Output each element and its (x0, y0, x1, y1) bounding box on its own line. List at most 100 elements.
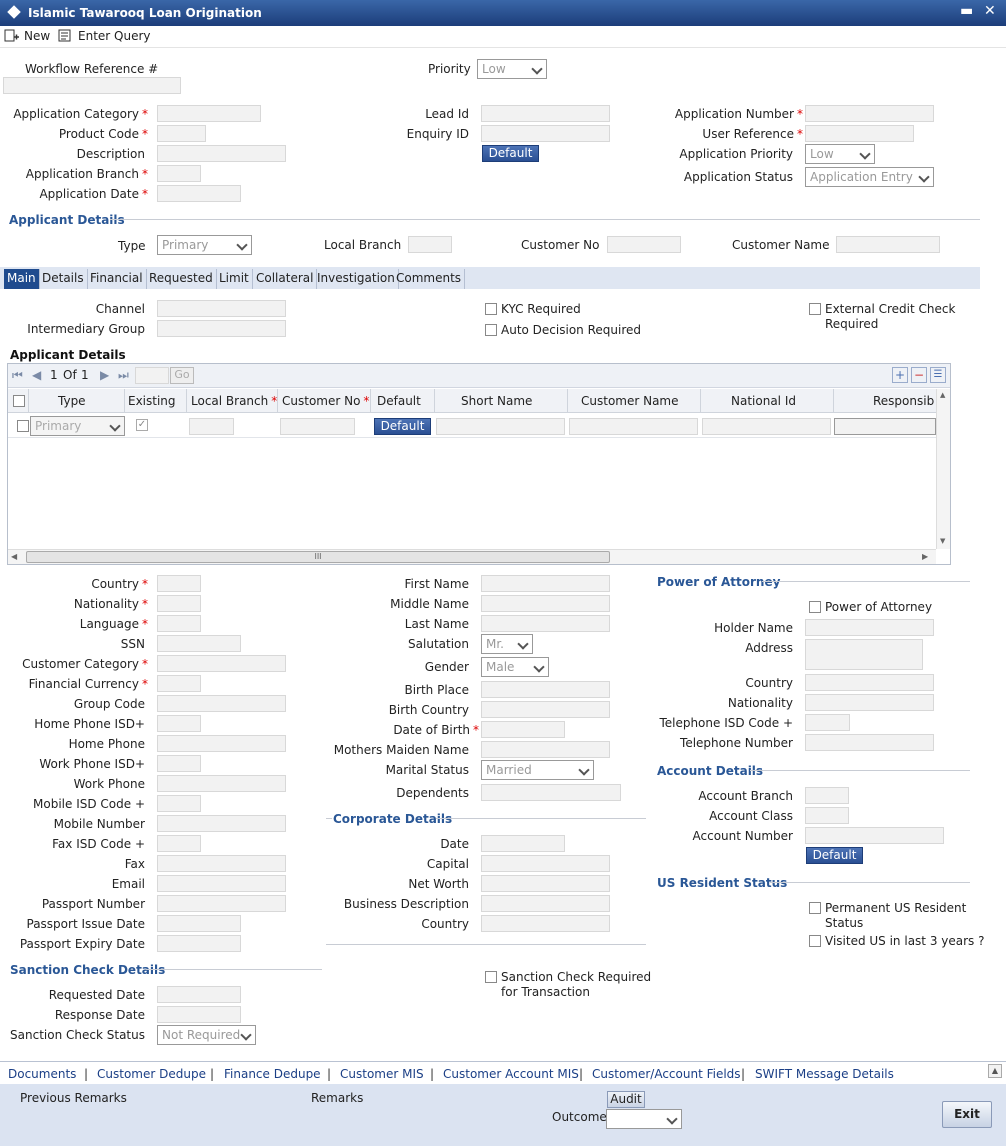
response-date-field[interactable] (157, 1006, 241, 1023)
last-page-icon[interactable]: ⏭ (118, 368, 129, 383)
home-isd-field[interactable] (157, 715, 201, 732)
row-national-id[interactable] (702, 418, 831, 435)
first-name-field[interactable] (481, 575, 610, 592)
passport-expiry-field[interactable] (157, 935, 241, 952)
tab-collateral[interactable]: Collateral (253, 269, 318, 289)
business-field[interactable] (481, 895, 610, 912)
requested-date-field[interactable] (157, 986, 241, 1003)
customer-account-mis-link[interactable]: Customer Account MIS (443, 1067, 579, 1081)
acct-number-field[interactable] (805, 827, 944, 844)
home-phone-field[interactable] (157, 735, 286, 752)
row-customer-name[interactable] (569, 418, 698, 435)
horizontal-scrollbar[interactable]: ◀ III ▶ (8, 549, 936, 564)
language-field[interactable] (157, 615, 201, 632)
birth-place-field[interactable] (481, 681, 610, 698)
tab-requested[interactable]: Requested (146, 269, 217, 289)
close-icon[interactable]: ✕ (984, 3, 996, 19)
minimize-icon[interactable]: ▬ (960, 3, 973, 19)
priority-select[interactable]: Low (477, 59, 547, 79)
email-field[interactable] (157, 875, 286, 892)
poa-checkbox[interactable] (809, 601, 821, 613)
row-type-select[interactable]: Primary (30, 416, 125, 436)
table-row[interactable]: Primary ✓ Default (8, 414, 936, 438)
dob-field[interactable] (481, 721, 565, 738)
group-code-field[interactable] (157, 695, 286, 712)
new-button[interactable]: New (4, 29, 50, 43)
fax-field[interactable] (157, 855, 286, 872)
row-checkbox[interactable] (17, 420, 29, 432)
add-row-icon[interactable]: + (892, 367, 908, 383)
work-isd-field[interactable] (157, 755, 201, 772)
customer-dedupe-link[interactable]: Customer Dedupe (97, 1067, 206, 1081)
fin-currency-field[interactable] (157, 675, 201, 692)
product-code-field[interactable] (157, 125, 206, 142)
page-input[interactable] (135, 367, 169, 384)
finance-dedupe-link[interactable]: Finance Dedupe (224, 1067, 321, 1081)
mobile-isd-field[interactable] (157, 795, 201, 812)
holder-field[interactable] (805, 619, 934, 636)
ext-credit-checkbox[interactable] (809, 303, 821, 315)
middle-name-field[interactable] (481, 595, 610, 612)
tel-isd-field[interactable] (805, 714, 850, 731)
corp-country-field[interactable] (481, 915, 610, 932)
birth-country-field[interactable] (481, 701, 610, 718)
poa-country-field[interactable] (805, 674, 934, 691)
description-field[interactable] (157, 145, 286, 162)
tab-financial[interactable]: Financial (87, 269, 147, 289)
sanction-status-select[interactable]: Not Required (157, 1025, 256, 1045)
mothers-field[interactable] (481, 741, 610, 758)
enter-query-button[interactable]: Enter Query (58, 29, 151, 43)
exit-button[interactable]: Exit (942, 1101, 992, 1128)
tab-investigation[interactable]: Investigation (314, 269, 399, 289)
visited-us-checkbox[interactable] (809, 935, 821, 947)
scroll-up-icon[interactable]: ▲ (988, 1064, 1002, 1078)
tel-field[interactable] (805, 734, 934, 751)
mobile-number-field[interactable] (157, 815, 286, 832)
prev-page-icon[interactable]: ◀ (32, 368, 41, 382)
customer-name-field[interactable] (836, 236, 940, 253)
sanction-txn-checkbox[interactable] (485, 971, 497, 983)
prev-remarks-link[interactable]: Previous Remarks (20, 1091, 127, 1105)
default-button[interactable]: Default (482, 145, 539, 162)
scroll-up-icon[interactable]: ▲ (940, 391, 945, 399)
channel-field[interactable] (157, 300, 286, 317)
scroll-down-icon[interactable]: ▼ (940, 537, 945, 545)
next-page-icon[interactable]: ▶ (100, 368, 109, 382)
local-branch-field[interactable] (408, 236, 452, 253)
poa-nationality-field[interactable] (805, 694, 934, 711)
customer-mis-link[interactable]: Customer MIS (340, 1067, 424, 1081)
app-date-field[interactable] (157, 185, 241, 202)
nationality-field[interactable] (157, 595, 201, 612)
capital-field[interactable] (481, 855, 610, 872)
vertical-scrollbar[interactable]: ▲ ▼ (936, 389, 950, 549)
scroll-left-icon[interactable]: ◀ (11, 552, 17, 561)
marital-select[interactable]: Married (481, 760, 594, 780)
passport-issue-field[interactable] (157, 915, 241, 932)
row-local-branch[interactable] (189, 418, 234, 435)
outcome-select[interactable] (606, 1109, 682, 1129)
app-category-field[interactable] (157, 105, 261, 122)
audit-button[interactable]: Audit (607, 1091, 645, 1108)
app-number-field[interactable] (805, 105, 934, 122)
go-button[interactable]: Go (170, 367, 194, 384)
scroll-right-icon[interactable]: ▶ (922, 552, 928, 561)
app-status-select[interactable]: Application Entry (805, 167, 934, 187)
auto-decision-checkbox[interactable] (485, 324, 497, 336)
swift-message-link[interactable]: SWIFT Message Details (755, 1067, 894, 1081)
type-select[interactable]: Primary (157, 235, 252, 255)
account-default-button[interactable]: Default (806, 847, 863, 864)
passport-field[interactable] (157, 895, 286, 912)
corp-date-field[interactable] (481, 835, 565, 852)
ssn-field[interactable] (157, 635, 241, 652)
select-all-checkbox[interactable] (13, 395, 25, 407)
delete-row-icon[interactable]: − (911, 367, 927, 383)
tab-comments[interactable]: Comments (393, 269, 466, 289)
enquiry-id-field[interactable] (481, 125, 610, 142)
customer-no-field[interactable] (607, 236, 681, 253)
last-name-field[interactable] (481, 615, 610, 632)
acct-branch-field[interactable] (805, 787, 849, 804)
salutation-select[interactable]: Mr. (481, 634, 533, 654)
documents-link[interactable]: Documents (8, 1067, 76, 1081)
cust-category-field[interactable] (157, 655, 286, 672)
tab-main[interactable]: Main (4, 269, 40, 289)
